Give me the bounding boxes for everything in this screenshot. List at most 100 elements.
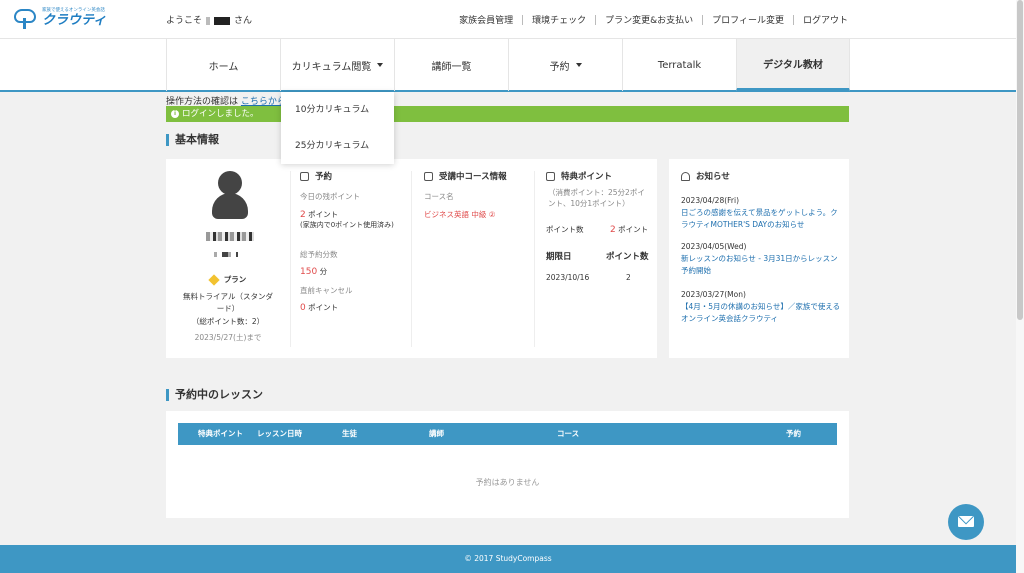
cloud-logo-icon [14, 6, 38, 30]
redacted-name [206, 232, 254, 241]
info-icon: i [171, 109, 179, 118]
ticket-icon [546, 171, 555, 181]
nav-teachers-label: 講師一覧 [431, 61, 472, 73]
total-points: （総ポイント数：2） [191, 317, 265, 326]
main-nav: ホーム カリキュラム閲覧 講師一覧 予約 Terratalk デジタル教材 [166, 39, 850, 91]
caret-down-icon [377, 63, 384, 67]
top-bar: 家族で使えるオンライン英会話 クラウティ ようこそ さん 家族会員管理 環境チェッ… [0, 0, 1024, 38]
lessons-table: 特典ポイント レッスン日時 生徒 講師 コース 予約 予約はありません [166, 411, 849, 518]
reservation-title: 予約 [315, 172, 333, 182]
nav-digital-materials-label: デジタル教材 [763, 60, 823, 71]
nav-reservation[interactable]: 予約 [508, 39, 622, 91]
news-link[interactable]: 日ごろの感謝を伝えて景品をゲットしよう。クラウティMOTHER'S DAYのお知… [681, 207, 841, 231]
welcome-suffix: さん [234, 16, 253, 26]
contact-mail-button[interactable] [948, 504, 984, 540]
reservation-header: 予約 [300, 170, 332, 182]
nav-home[interactable]: ホーム [166, 39, 280, 91]
special-points-label: ポイント数 [546, 225, 584, 234]
news-date: 2023/04/05(Wed) [681, 242, 747, 251]
profile-edit-link[interactable]: プロフィール変更 [712, 13, 784, 26]
special-points-value-row: 2 ポイント [610, 224, 648, 235]
plan-expiry: 2023/5/27(土)まで [194, 333, 262, 342]
empty-state-text: 予約はありません [475, 478, 540, 487]
flash-message: i ログインしました。 [166, 106, 849, 122]
news-item: 2023/04/05(Wed) 新レッスンのお知らせ - 3月31日からレッスン… [681, 241, 841, 277]
news-header: お知らせ [681, 170, 730, 182]
divider [534, 171, 535, 347]
bell-icon [681, 171, 690, 181]
divider [290, 171, 291, 347]
environment-check-link[interactable]: 環境チェック [532, 13, 586, 26]
plan-diamond-icon [208, 274, 220, 286]
course-name-label: コース名 [424, 192, 454, 201]
col-course: コース [557, 429, 580, 438]
course-header: 受講中コース情報 [424, 170, 507, 182]
scrollbar-thumb[interactable] [1017, 0, 1023, 320]
total-minutes-value: 150 [300, 267, 318, 277]
news-item: 2023/04/28(Fri) 日ごろの感謝を伝えて景品をゲットしよう。クラウテ… [681, 195, 841, 231]
logout-link[interactable]: ログアウト [803, 13, 848, 26]
reservation-column: 予約 今日の残ポイント 2 ポイント (家族内で0ポイント使用済み) 総予約分数… [300, 159, 410, 349]
news-date: 2023/04/28(Fri) [681, 196, 740, 205]
welcome-text: ようこそ さん [166, 13, 252, 26]
points-consumption-note: （消費ポイント：25分2ポイント、10分1ポイント） [548, 188, 645, 208]
flash-text: ログインしました。 [182, 109, 259, 119]
logo-name: クラウティ [42, 13, 107, 28]
divider [702, 14, 704, 25]
nav-terratalk[interactable]: Terratalk [622, 39, 736, 91]
basic-info-title: 基本情報 [166, 134, 219, 146]
special-points-title: 特典ポイント [561, 172, 613, 182]
course-name: ビジネス英語 中級 ② [424, 210, 496, 219]
curriculum-dropdown-menu: 10分カリキュラム 25分カリキュラム [281, 92, 394, 164]
calendar-icon [300, 171, 309, 181]
cancel-row: 0 ポイント [300, 302, 338, 313]
news-item: 2023/03/27(Mon) 【4月・5月の休講のお知らせ】／家族で使えるオン… [681, 289, 841, 325]
logo[interactable]: 家族で使えるオンライン英会話 クラウティ [14, 6, 106, 30]
redacted-username [206, 16, 231, 25]
nav-home-label: ホーム [208, 61, 239, 73]
menu-item-25min-curriculum[interactable]: 25分カリキュラム [281, 128, 394, 164]
remaining-points-label: 今日の残ポイント [300, 192, 360, 201]
copyright: © 2017 StudyCompass [464, 554, 552, 563]
redacted-name-reading [214, 252, 238, 257]
family-members-link[interactable]: 家族会員管理 [459, 13, 513, 26]
col-teacher: 講師 [429, 429, 444, 438]
menu-item-10min-curriculum[interactable]: 10分カリキュラム [281, 92, 394, 128]
special-points-column: 特典ポイント （消費ポイント：25分2ポイント、10分1ポイント） ポイント数 … [546, 159, 652, 349]
total-minutes-row: 150 分 [300, 266, 327, 277]
remaining-points-row: 2 ポイント [300, 209, 338, 220]
nav-teachers[interactable]: 講師一覧 [394, 39, 508, 91]
col-lesson-datetime: レッスン日時 [257, 429, 302, 438]
news-link[interactable]: 新レッスンのお知らせ - 3月31日からレッスン予約開始 [681, 253, 841, 277]
family-usage-note: (家族内で0ポイント使用済み) [300, 221, 394, 229]
lessons-title: 予約中のレッスン [166, 389, 263, 401]
cancel-value: 0 [300, 303, 306, 313]
special-points-value: 2 [610, 225, 616, 235]
nav-terratalk-label: Terratalk [657, 59, 702, 71]
avatar-icon [212, 171, 248, 219]
special-points-header: 特典ポイント [546, 170, 612, 182]
divider [411, 171, 412, 347]
expiry-date: 2023/10/16 [546, 273, 590, 282]
cancel-label: 直前キャンセル [300, 286, 353, 295]
news-link[interactable]: 【4月・5月の休講のお知らせ】／家族で使えるオンライン英会話クラウティ [681, 301, 841, 325]
plan-payment-link[interactable]: プラン変更&お支払い [605, 13, 693, 26]
total-minutes-unit: 分 [319, 267, 328, 276]
profile-column: プラン 無料トライアル（スタンダード） （総ポイント数：2） 2023/5/27… [166, 159, 290, 349]
special-points-unit: ポイント [618, 225, 649, 234]
plan-row: プラン [166, 274, 290, 286]
col-student: 生徒 [342, 429, 357, 438]
expiry-header: 期限日 [546, 252, 572, 262]
total-minutes-label: 総予約分数 [300, 250, 338, 259]
welcome-prefix: ようこそ [166, 16, 203, 26]
remaining-points-value: 2 [300, 210, 306, 220]
lessons-table-header: 特典ポイント レッスン日時 生徒 講師 コース 予約 [178, 423, 837, 445]
news-card: お知らせ 2023/04/28(Fri) 日ごろの感謝を伝えて景品をゲットしよう… [669, 159, 849, 358]
main-nav-bar: ホーム カリキュラム閲覧 講師一覧 予約 Terratalk デジタル教材 [0, 38, 1016, 92]
scrollbar[interactable] [1016, 0, 1024, 573]
basic-info-card: プラン 無料トライアル（スタンダード） （総ポイント数：2） 2023/5/27… [166, 159, 657, 358]
nav-curriculum[interactable]: カリキュラム閲覧 [280, 39, 394, 91]
nav-digital-materials[interactable]: デジタル教材 [736, 39, 850, 91]
expiry-points: 2 [626, 273, 631, 282]
points-header: ポイント数 [606, 252, 649, 262]
